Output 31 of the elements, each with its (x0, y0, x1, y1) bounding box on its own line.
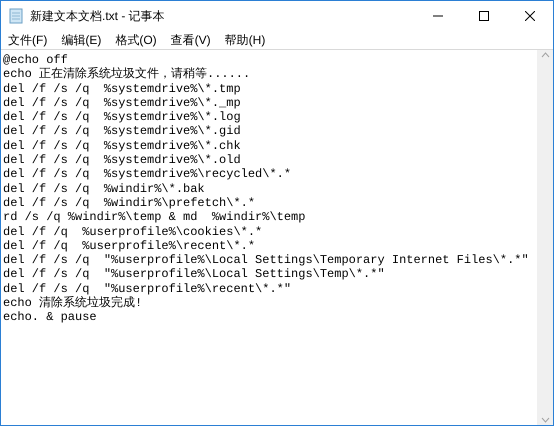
code-line: del /f /q %userprofile%\cookies\*.* (3, 224, 262, 239)
menu-item[interactable]: 文件(F) (1, 31, 54, 49)
code-line: echo 正在清除系统垃圾文件，请稍等...... (3, 67, 250, 82)
code-line: del /f /s /q %systemdrive%\recycled\*.* (3, 167, 292, 182)
code-line: del /f /s /q ″%userprofile%\recent\*.*″ (3, 282, 292, 296)
close-icon (525, 11, 535, 21)
code-line: del /f /s /q ″%userprofile%\Local Settings\Temp\*.*″ (3, 267, 385, 282)
menu-item[interactable]: 编辑(E) (54, 31, 108, 49)
code-line: del /f /q %userprofile%\recent\*.* (3, 238, 256, 254)
code-line: del /f /s /q %systemdrive%\*.gid (3, 124, 241, 139)
code-line: @echo off (3, 53, 68, 67)
code-line: del /f /s /q %systemdrive%\*.tmp (3, 82, 241, 96)
code-line: del /f /s /q %windir%\prefetch\*.* (3, 196, 256, 210)
menu-item[interactable]: 格式(O) (108, 31, 164, 49)
scrollbar[interactable] (537, 50, 553, 425)
scroll-down-icon[interactable] (540, 417, 550, 423)
code-line: echo 清除系统垃圾完成! (3, 296, 142, 310)
code-line: rd /s /q %windir%\temp & md %windir%\temp (3, 210, 306, 225)
code-line: del /f /s /q %systemdrive%\*.chk (3, 138, 241, 154)
menu-item[interactable]: 查看(V) (164, 31, 218, 49)
maximize-icon (479, 11, 489, 21)
code-line: echo. & pause (3, 310, 97, 325)
scroll-up-icon[interactable] (540, 52, 550, 58)
code-line: del /f /s /q ″%userprofile%\Local Settings\Temporary Internet Files\*.*″ (3, 253, 529, 268)
code-line: del /f /s /q %systemdrive%\*.log (3, 110, 241, 124)
window-title: 新建文本文档.txt - 记事本 (30, 8, 165, 25)
code-line: del /f /s /q %systemdrive%\*.old (3, 153, 241, 168)
notepad-icon (9, 8, 23, 24)
menu-item[interactable]: 帮助(H) (218, 31, 272, 49)
code-line: del /f /s /q %systemdrive%\*._mp (3, 96, 241, 110)
code-line: del /f /s /q %windir%\*.bak (3, 182, 205, 196)
